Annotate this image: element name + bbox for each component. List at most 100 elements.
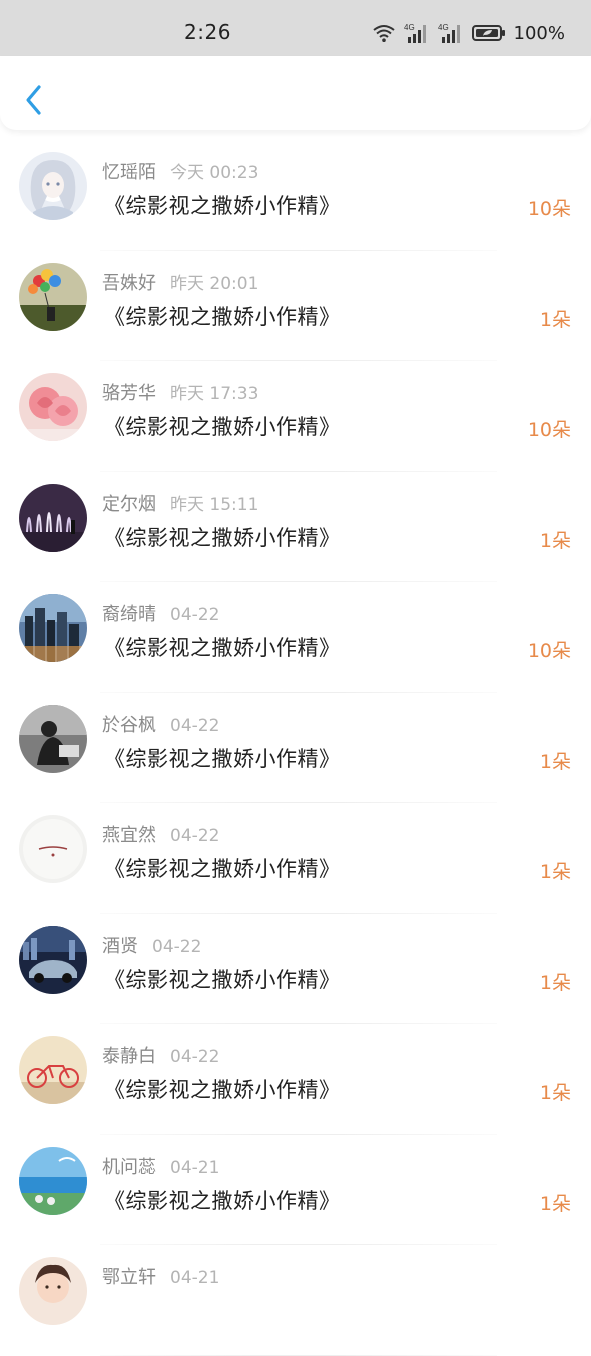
list-item[interactable]: 骆芳华 昨天 17:33 《综影视之撒娇小作精》 10朵: [0, 361, 591, 472]
avatar-image: [19, 594, 87, 662]
flower-count: 1朵: [539, 308, 571, 331]
list-item[interactable]: 定尔烟 昨天 15:11 《综影视之撒娇小作精》 1朵: [0, 472, 591, 583]
list-item[interactable]: 鄂立轩 04-21: [0, 1245, 591, 1356]
gift-time: 04-22: [170, 826, 220, 846]
user-name-line: 吾姝好 昨天 20:01: [102, 269, 258, 295]
status-time: 2:26: [184, 20, 231, 44]
flower-count: 10朵: [527, 640, 571, 662]
flower-count: 1朵: [539, 971, 571, 994]
avatar[interactable]: [19, 815, 87, 883]
avatar[interactable]: [19, 262, 87, 331]
avatar[interactable]: [19, 373, 87, 441]
list-item[interactable]: 酒贤 04-22 《综影视之撒娇小作精》 1朵: [0, 914, 591, 1025]
avatar-image: [19, 262, 87, 331]
user-name-line: 於谷枫 04-22: [102, 711, 219, 737]
user-name-line: 燕宜然 04-22: [102, 821, 219, 847]
book-title: 《综影视之撒娇小作精》: [104, 1188, 341, 1213]
gift-time: 04-22: [170, 715, 220, 736]
flower-count: 1朵: [539, 750, 571, 773]
flower-count: 1朵: [539, 529, 571, 552]
user-name: 机问蕊: [102, 1156, 156, 1178]
user-name: 酒贤: [102, 935, 138, 957]
avatar-image: [19, 1146, 87, 1215]
list-item[interactable]: 忆瑶陌 今天 00:23 《综影视之撒娇小作精》 10朵: [0, 140, 591, 251]
book-title: 《综影视之撒娇小作精》: [104, 857, 341, 881]
user-name: 泰静白: [102, 1046, 156, 1067]
signal-network-label: 4G: [404, 23, 415, 32]
avatar-image: [19, 483, 87, 552]
signal-icon: 4G: [438, 23, 460, 43]
list-item[interactable]: 泰静白 04-22 《综影视之撒娇小作精》 1朵: [0, 1024, 591, 1135]
user-name-line: 忆瑶陌 今天 00:23: [102, 158, 258, 184]
book-title: 《综影视之撒娇小作精》: [104, 525, 341, 550]
gift-time: 04-22: [170, 605, 220, 625]
gift-time: 04-21: [170, 1157, 220, 1178]
user-name-line: 酒贤 04-22: [102, 932, 201, 958]
status-bar: 2:26 4G 4G 100%: [0, 0, 591, 56]
gift-time: 04-22: [170, 1047, 220, 1067]
book-title: 《综影视之撒娇小作精》: [104, 1078, 341, 1102]
gift-time: 昨天 15:11: [170, 494, 259, 515]
book-title: 《综影视之撒娇小作精》: [104, 194, 341, 218]
signal-network-label: 4G: [438, 23, 449, 32]
battery-percent: 100%: [513, 22, 565, 44]
wifi-icon: [372, 25, 395, 42]
avatar-image: [19, 373, 87, 441]
avatar[interactable]: [19, 1146, 87, 1215]
user-name-line: 骆芳华 昨天 17:33: [102, 379, 258, 405]
user-name: 骆芳华: [102, 383, 156, 404]
status-icons: 4G 4G 100%: [372, 18, 565, 48]
flower-count: 1朵: [539, 861, 571, 883]
list-item[interactable]: 吾姝好 昨天 20:01 《综影视之撒娇小作精》 1朵: [0, 251, 591, 362]
list-item[interactable]: 燕宜然 04-22 《综影视之撒娇小作精》 1朵: [0, 803, 591, 914]
list-item[interactable]: 於谷枫 04-22 《综影视之撒娇小作精》 1朵: [0, 693, 591, 804]
avatar-image: [19, 1036, 87, 1104]
gift-time: 昨天 20:01: [170, 273, 259, 294]
user-name: 忆瑶陌: [102, 162, 156, 183]
book-title: 《综影视之撒娇小作精》: [104, 415, 341, 439]
user-name-line: 裔绮晴 04-22: [102, 600, 219, 626]
user-name: 吾姝好: [102, 272, 156, 294]
user-name-line: 机问蕊 04-21: [102, 1153, 219, 1179]
gift-time: 04-21: [170, 1268, 220, 1288]
user-name-line: 定尔烟 昨天 15:11: [102, 490, 258, 516]
back-button[interactable]: [18, 80, 48, 120]
avatar[interactable]: [19, 483, 87, 552]
user-name-line: 泰静白 04-22: [102, 1042, 219, 1068]
avatar[interactable]: [19, 152, 87, 220]
book-title: 《综影视之撒娇小作精》: [104, 636, 341, 660]
book-title: 《综影视之撒娇小作精》: [104, 304, 341, 329]
flower-count: 10朵: [527, 419, 571, 441]
list-item[interactable]: 机问蕊 04-21 《综影视之撒娇小作精》 1朵: [0, 1135, 591, 1246]
book-title: 《综影视之撒娇小作精》: [104, 746, 341, 771]
flower-count: 10朵: [527, 198, 571, 220]
user-name: 定尔烟: [102, 493, 156, 515]
user-name-line: 鄂立轩 04-21: [102, 1263, 219, 1289]
gift-time: 今天 00:23: [170, 163, 259, 183]
user-name: 於谷枫: [102, 714, 156, 736]
flower-count: 1朵: [539, 1192, 571, 1215]
avatar-image: [19, 704, 87, 773]
signal-icon: 4G: [404, 23, 426, 43]
avatar-image: [19, 815, 87, 883]
top-bar: [0, 56, 591, 130]
avatar[interactable]: [19, 1036, 87, 1104]
avatar-image: [19, 925, 87, 994]
battery-icon: [471, 25, 505, 41]
user-name: 裔绮晴: [102, 604, 156, 625]
avatar-image: [19, 152, 87, 220]
avatar-image: [19, 1257, 87, 1325]
gift-time: 04-22: [152, 936, 202, 957]
list-item[interactable]: 裔绮晴 04-22 《综影视之撒娇小作精》 10朵: [0, 582, 591, 693]
flower-count: 1朵: [539, 1082, 571, 1104]
chevron-left-icon: [26, 85, 41, 115]
gift-record-list: 忆瑶陌 今天 00:23 《综影视之撒娇小作精》 10朵 吾姝好 昨天 20:01 …: [0, 140, 591, 1356]
avatar[interactable]: [19, 704, 87, 773]
avatar[interactable]: [19, 594, 87, 662]
avatar[interactable]: [19, 1257, 87, 1325]
gift-time: 昨天 17:33: [170, 384, 259, 404]
user-name: 燕宜然: [102, 825, 156, 846]
avatar[interactable]: [19, 925, 87, 994]
user-name: 鄂立轩: [102, 1267, 156, 1288]
book-title: 《综影视之撒娇小作精》: [104, 967, 341, 992]
